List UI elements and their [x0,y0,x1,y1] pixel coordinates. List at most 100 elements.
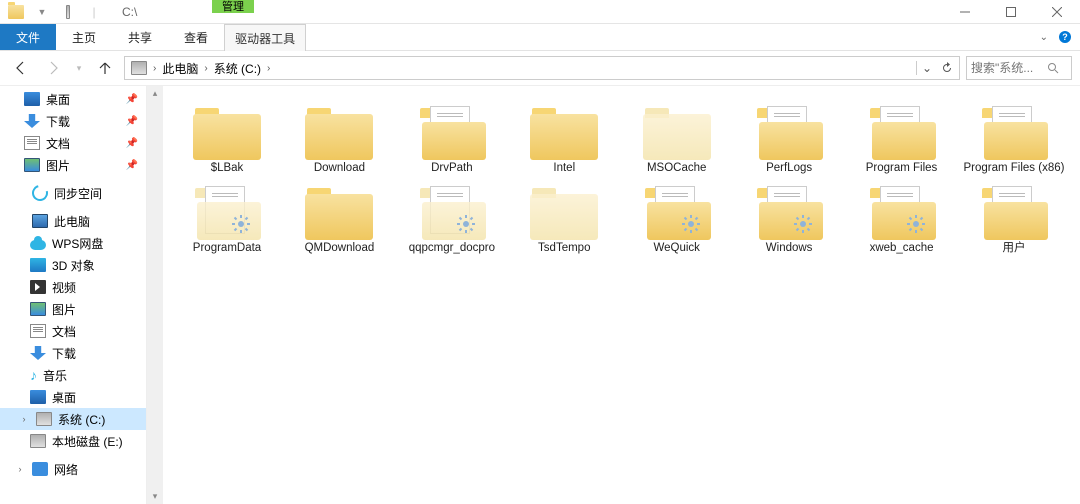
folder-item[interactable]: ProgramData [171,180,283,260]
folder-item[interactable]: xweb_cache [846,180,958,260]
sidebar-scrollbar[interactable]: ▴▾ [147,86,163,504]
breadcrumb-this-pc[interactable]: 此电脑 [158,60,202,77]
chevron-right-icon[interactable]: › [265,63,272,74]
folder-icon [868,104,936,160]
folder-icon [193,184,261,240]
ribbon-tab-drive-tools[interactable]: 驱动器工具 [224,24,306,51]
folder-label: qqpcmgr_docpro [409,242,495,256]
doc-icon [30,324,46,338]
chevron-right-icon[interactable]: › [202,63,209,74]
folder-item[interactable]: MSOCache [621,100,733,180]
folder-view[interactable]: $LBak Download DrvPath Intel MSOCache Pe… [163,86,1080,504]
folder-item[interactable]: qqpcmgr_docpro [396,180,508,260]
sidebar-item-label: 下载 [52,345,76,362]
pin-icon: 📌 [126,116,138,127]
sidebar-item[interactable]: › 系统 (C:) [0,408,146,430]
recent-locations-button[interactable]: ▾ [72,55,86,81]
folder-item[interactable]: TsdTempo [508,180,620,260]
sidebar-item[interactable]: 桌面 [0,386,146,408]
sidebar-item[interactable]: 图片 [0,298,146,320]
qat-dropdown[interactable]: ▼ [32,2,52,22]
address-dropdown-button[interactable]: ⌄ [917,61,937,75]
pic-icon [30,302,46,316]
sidebar-item[interactable]: WPS网盘 [0,232,146,254]
breadcrumb-drive-c[interactable]: 系统 (C:) [210,60,265,77]
sidebar-item-label: 系统 (C:) [58,411,105,428]
contextual-group-label: 管理 [212,0,254,13]
sidebar-item-label: 网络 [54,461,78,478]
sidebar-item-label: 文档 [46,135,70,152]
navigation-pane[interactable]: 桌面 📌 下载 📌 文档 📌 图片 📌 同步空间 此电脑 WPS网盘 3D 对象… [0,86,147,504]
folder-item[interactable]: PerfLogs [733,100,845,180]
folder-item[interactable]: Download [283,100,395,180]
pin-icon: 📌 [126,160,138,171]
folder-item[interactable]: QMDownload [283,180,395,260]
folder-item[interactable]: Windows [733,180,845,260]
network-icon [32,462,48,476]
up-button[interactable] [92,55,118,81]
folder-item[interactable]: DrvPath [396,100,508,180]
pc-icon [32,214,48,228]
ribbon-tab-share[interactable]: 共享 [112,24,168,50]
sidebar-item[interactable]: ♪ 音乐 [0,364,146,386]
sidebar-item[interactable]: 文档 📌 [0,132,146,154]
sidebar-item-label: 图片 [52,301,76,318]
help-button[interactable]: ? [1058,30,1072,44]
sidebar-item-label: 图片 [46,157,70,174]
sidebar-item-label: 音乐 [43,367,67,384]
maximize-button[interactable] [988,0,1034,24]
sidebar-item[interactable]: 本地磁盘 (E:) [0,430,146,452]
sidebar-item[interactable]: 文档 [0,320,146,342]
folder-label: xweb_cache [870,242,934,256]
sidebar-item[interactable]: 视频 [0,276,146,298]
forward-button[interactable] [40,55,66,81]
search-box[interactable] [966,56,1072,80]
folder-item[interactable]: $LBak [171,100,283,180]
ribbon-expand-button[interactable]: ⌄ [1040,32,1048,43]
back-button[interactable] [8,55,34,81]
sidebar-item[interactable]: 下载 📌 [0,110,146,132]
ribbon-tab-view[interactable]: 查看 [168,24,224,50]
folder-item[interactable]: 用户 [958,180,1070,260]
ribbon-file-tab[interactable]: 文件 [0,24,56,50]
folder-item[interactable]: Program Files (x86) [958,100,1070,180]
sidebar-sync-space[interactable]: 同步空间 [0,182,146,204]
sidebar-item[interactable]: 3D 对象 [0,254,146,276]
gear-icon [793,214,813,234]
pin-icon: 📌 [126,138,138,149]
folder-label: TsdTempo [538,242,590,256]
sidebar-item-label: 3D 对象 [52,257,95,274]
close-button[interactable] [1034,0,1080,24]
drive-icon [131,61,147,75]
cloud-icon [30,240,46,250]
refresh-button[interactable] [937,61,957,75]
sidebar-item-label: 桌面 [52,389,76,406]
folder-icon [643,104,711,160]
folder-label: PerfLogs [766,162,812,176]
sidebar-item[interactable]: 图片 📌 [0,154,146,176]
ribbon-tab-home[interactable]: 主页 [56,24,112,50]
sidebar-item-label: 本地磁盘 (E:) [52,433,123,450]
pic-icon [24,158,40,172]
sidebar-network[interactable]: › 网络 [0,458,146,480]
chevron-right-icon[interactable]: › [151,63,158,74]
address-bar[interactable]: › 此电脑 › 系统 (C:) › ⌄ [124,56,960,80]
sidebar-item[interactable]: 桌面 📌 [0,88,146,110]
video-icon [30,280,46,294]
folder-label: QMDownload [305,242,375,256]
sidebar-this-pc[interactable]: 此电脑 [0,210,146,232]
folder-icon [530,184,598,240]
sync-icon [29,182,51,204]
search-input[interactable] [971,61,1043,75]
folder-item[interactable]: Program Files [846,100,958,180]
window-controls [942,0,1080,24]
folder-label: WeQuick [653,242,699,256]
folder-label: DrvPath [431,162,473,176]
folder-item[interactable]: WeQuick [621,180,733,260]
3d-icon [30,258,46,272]
download-icon [24,114,40,128]
folder-item[interactable]: Intel [508,100,620,180]
minimize-button[interactable] [942,0,988,24]
sidebar-item[interactable]: 下载 [0,342,146,364]
sidebar-item-label: 视频 [52,279,76,296]
